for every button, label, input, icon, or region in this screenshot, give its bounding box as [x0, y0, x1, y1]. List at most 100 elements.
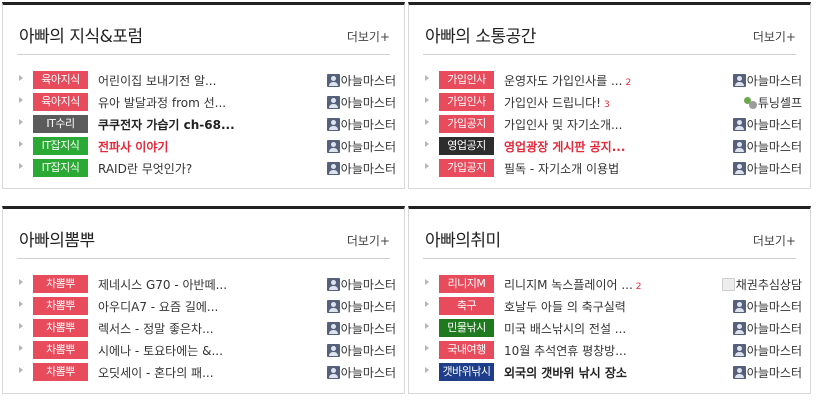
- category-badge[interactable]: IT잡지식: [33, 159, 88, 177]
- author-name[interactable]: 아늘마스터: [732, 320, 802, 337]
- author-name-text: 아늘마스터: [340, 96, 396, 110]
- author-name[interactable]: 아늘마스터: [326, 138, 396, 155]
- category-badge[interactable]: 가입인사: [439, 93, 494, 111]
- category-badge[interactable]: 차뽐뿌: [33, 297, 88, 315]
- author-name[interactable]: 아늘마스터: [732, 72, 802, 89]
- bullet-arrow-icon: [425, 75, 429, 81]
- author-name[interactable]: 아늘마스터: [732, 298, 802, 315]
- category-badge[interactable]: 육아지식: [33, 93, 88, 111]
- author-name[interactable]: 아늘마스터: [326, 276, 396, 293]
- more-link[interactable]: 더보기+: [347, 232, 390, 249]
- category-badge[interactable]: IT수리: [33, 115, 88, 133]
- post-list: 육아지식 어린이집 보내기전 알... 아늘마스터 육아지식 유아 발달과정 from …: [17, 69, 396, 179]
- list-item: 차뽐뿌 제네시스 G70 - 아반떼... 아늘마스터: [17, 273, 396, 295]
- author-name-text: 아늘마스터: [340, 322, 396, 336]
- author-name-text: 아늘마스터: [746, 162, 802, 176]
- member-icon: [732, 344, 746, 357]
- author-name[interactable]: 아늘마스터: [326, 298, 396, 315]
- post-subject-link[interactable]: 아우디A7 - 요즘 길에...: [98, 298, 308, 315]
- author-name[interactable]: 아늘마스터: [326, 342, 396, 359]
- post-subject-link[interactable]: 영업광장 게시판 공지...: [504, 138, 714, 155]
- list-item: 가입공지 필독 - 자기소개 이용법 아늘마스터: [423, 157, 802, 179]
- author-name[interactable]: 아늘마스터: [732, 342, 802, 359]
- member-icon: [732, 118, 746, 131]
- bullet-arrow-icon: [19, 279, 23, 285]
- post-subject-link[interactable]: 쿠쿠전자 가습기 ch-68...: [98, 116, 308, 133]
- post-subject-link[interactable]: 호날두 아들 의 축구실력: [504, 298, 714, 315]
- list-item: 영업공지 영업광장 게시판 공지... 아늘마스터: [423, 135, 802, 157]
- category-badge[interactable]: 국내여행: [439, 341, 494, 359]
- post-subject-text: 전파사 이야기: [98, 140, 169, 154]
- category-badge[interactable]: 리니지M: [439, 275, 494, 293]
- list-item: 갯바위낚시 외국의 갯바위 낚시 장소 아늘마스터: [423, 361, 802, 383]
- category-badge[interactable]: 영업공지: [439, 137, 494, 155]
- member-icon: [326, 322, 340, 335]
- more-link[interactable]: 더보기+: [753, 232, 796, 249]
- post-subject-link[interactable]: 렉서스 - 정말 좋은차...: [98, 320, 308, 337]
- panel-title: 아빠의뽐뿌: [19, 231, 95, 251]
- category-badge[interactable]: 가입공지: [439, 159, 494, 177]
- category-badge[interactable]: 가입공지: [439, 115, 494, 133]
- category-badge[interactable]: 가입인사: [439, 71, 494, 89]
- list-item: 차뽐뿌 아우디A7 - 요즘 길에... 아늘마스터: [17, 295, 396, 317]
- post-subject-link[interactable]: 시에나 - 토요타에는 &...: [98, 342, 308, 359]
- category-badge[interactable]: IT잡지식: [33, 137, 88, 155]
- post-subject-link[interactable]: 제네시스 G70 - 아반떼...: [98, 276, 308, 293]
- author-name[interactable]: 아늘마스터: [732, 116, 802, 133]
- author-name[interactable]: 아늘마스터: [732, 364, 802, 381]
- post-subject-link[interactable]: 리니지M 녹스플레이어 ... 2: [504, 276, 714, 293]
- category-badge[interactable]: 차뽐뿌: [33, 319, 88, 337]
- bullet-arrow-icon: [425, 323, 429, 329]
- post-subject-link[interactable]: 미국 배스낚시의 전설 ...: [504, 320, 714, 337]
- bullet-arrow-icon: [425, 141, 429, 147]
- category-badge[interactable]: 차뽐뿌: [33, 341, 88, 359]
- author-name[interactable]: 아늘마스터: [326, 116, 396, 133]
- author-name-text: 아늘마스터: [340, 300, 396, 314]
- post-subject-link[interactable]: 필독 - 자기소개 이용법: [504, 160, 714, 177]
- author-name[interactable]: 아늘마스터: [326, 320, 396, 337]
- category-badge[interactable]: 갯바위낚시: [439, 363, 494, 381]
- author-name[interactable]: 아늘마스터: [732, 160, 802, 177]
- post-subject-link[interactable]: 외국의 갯바위 낚시 장소: [504, 364, 714, 381]
- list-item: 육아지식 유아 발달과정 from 선... 아늘마스터: [17, 91, 396, 113]
- post-subject-link[interactable]: 어린이집 보내기전 알...: [98, 72, 308, 89]
- bullet-arrow-icon: [425, 279, 429, 285]
- post-subject-text: 호날두 아들 의 축구실력: [504, 300, 626, 314]
- category-badge[interactable]: 육아지식: [33, 71, 88, 89]
- member-icon: [732, 366, 746, 379]
- post-list: 리니지M 리니지M 녹스플레이어 ... 2 채권추심상담축구 호날두 아들 의 축구실…: [423, 273, 802, 383]
- post-subject-link[interactable]: RAID란 무엇인가?: [98, 160, 308, 177]
- bullet-arrow-icon: [19, 301, 23, 307]
- post-subject-link[interactable]: 오딧세이 - 혼다의 패...: [98, 364, 308, 381]
- more-link[interactable]: 더보기+: [753, 28, 796, 45]
- post-subject-link[interactable]: 가입인사 드립니다! 3: [504, 94, 714, 111]
- more-link[interactable]: 더보기+: [347, 28, 390, 45]
- member-icon: [326, 344, 340, 357]
- author-name-text: 아늘마스터: [746, 366, 802, 380]
- post-subject-link[interactable]: 운영자도 가입인사를 ... 2: [504, 72, 714, 89]
- bullet-arrow-icon: [19, 141, 23, 147]
- bullet-arrow-icon: [19, 163, 23, 169]
- author-name[interactable]: 아늘마스터: [732, 138, 802, 155]
- category-badge[interactable]: 축구: [439, 297, 494, 315]
- author-name[interactable]: 아늘마스터: [326, 94, 396, 111]
- post-subject-link[interactable]: 유아 발달과정 from 선...: [98, 94, 308, 111]
- post-subject-text: 오딧세이 - 혼다의 패...: [98, 366, 214, 380]
- post-subject-link[interactable]: 가입인사 및 자기소개...: [504, 116, 714, 133]
- category-badge[interactable]: 민물낚시: [439, 319, 494, 337]
- author-name[interactable]: 아늘마스터: [326, 364, 396, 381]
- post-subject-link[interactable]: 10월 추석연휴 평창방...: [504, 342, 714, 359]
- author-name[interactable]: 아늘마스터: [326, 72, 396, 89]
- post-subject-link[interactable]: 전파사 이야기: [98, 138, 308, 155]
- category-badge[interactable]: 차뽐뿌: [33, 275, 88, 293]
- bullet-arrow-icon: [19, 367, 23, 373]
- author-name[interactable]: 튜닝셀프: [743, 94, 802, 111]
- post-subject-text: 렉서스 - 정말 좋은차...: [98, 322, 214, 336]
- category-badge[interactable]: 차뽐뿌: [33, 363, 88, 381]
- post-subject-text: 외국의 갯바위 낚시 장소: [504, 366, 627, 380]
- author-name[interactable]: 아늘마스터: [326, 160, 396, 177]
- author-name[interactable]: 채권추심상담: [721, 276, 802, 293]
- author-name-text: 아늘마스터: [340, 278, 396, 292]
- list-item: 차뽐뿌 시에나 - 토요타에는 &... 아늘마스터: [17, 339, 396, 361]
- comment-count: 2: [635, 282, 642, 292]
